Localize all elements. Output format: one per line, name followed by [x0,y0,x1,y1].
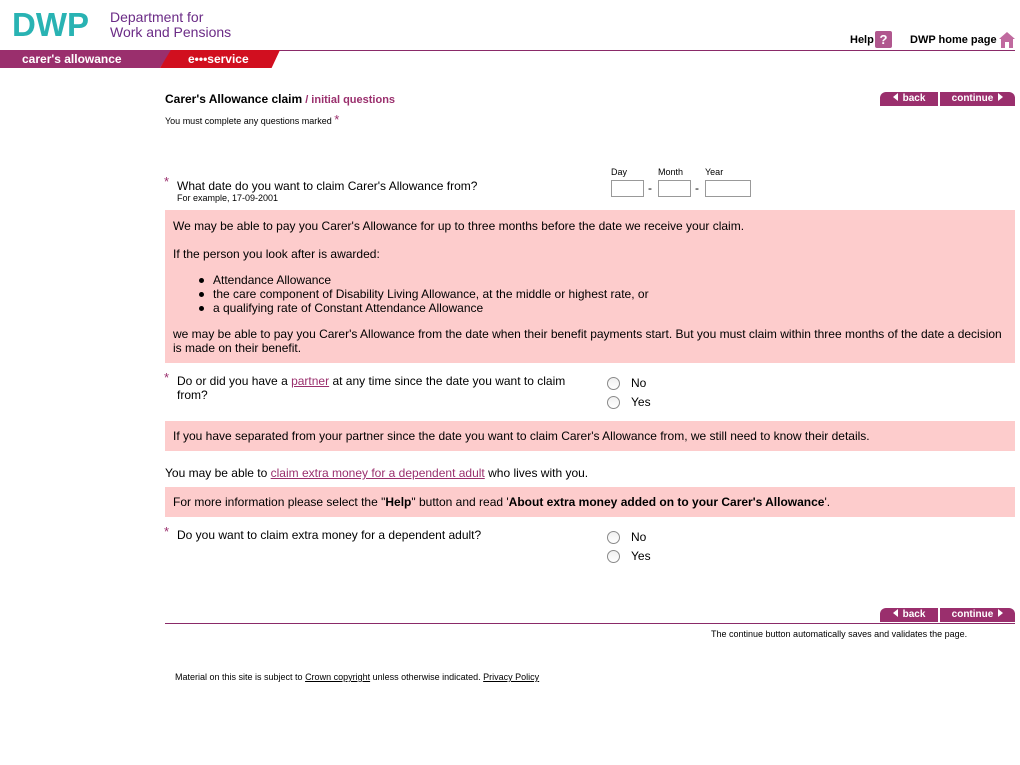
benefit-list: Attendance Allowance the care component … [173,273,1007,315]
back-button-label: back [902,93,926,104]
partner-yes-radio[interactable] [607,396,620,409]
month-input[interactable] [658,180,691,197]
dwp-home-link[interactable]: DWP home page [910,34,997,46]
back-arrow-icon [892,609,898,617]
question-partner-text: from? [177,388,208,402]
required-star: * [164,174,170,189]
info-paragraph: If the person you look after is awarded: [173,247,380,261]
dwp-logo: DWP [12,6,89,43]
info-help-bold: Help [385,495,412,509]
page-title: Carer's Allowance claim / initial questi… [165,92,395,106]
info-text: For more information please select the " [173,495,386,509]
info-paragraph: we may be able to pay you Carer's Allowa… [173,327,1002,355]
footer-text: Material on this site is subject to [175,672,306,682]
extra-money-text: You may be able to claim extra money for… [165,466,588,480]
continue-button-label: continue [951,609,994,620]
extra-money-link[interactable]: claim extra money for a dependent adult [271,466,485,480]
department-line-1: Department for [110,9,204,25]
info-text: " button and read ' [411,495,509,509]
partner-yes-label: Yes [631,395,651,409]
department-name: Department for Work and Pensions [110,10,231,40]
help-link[interactable]: Help [850,34,874,46]
claim-date-example: For example, 17-09-2001 [177,193,279,203]
mandatory-note: You must complete any questions marked * [165,112,339,127]
page-title-main: Carer's Allowance claim [165,92,303,106]
info-text: '. [824,495,831,509]
privacy-policy-link[interactable]: Privacy Policy [483,672,539,682]
partner-no-radio[interactable] [607,377,620,390]
dependent-no-radio[interactable] [607,531,620,544]
mandatory-note-text: You must complete any questions marked [165,116,332,126]
help-icon[interactable]: ? [875,31,892,48]
continue-button-bottom[interactable]: continue [940,608,1015,622]
footer: Material on this site is subject to Crow… [175,672,539,682]
autosave-note: The continue button automatically saves … [711,629,968,639]
footer-divider [165,623,1015,624]
info-paragraph: We may be able to pay you Carer's Allowa… [173,219,745,233]
back-button-top[interactable]: back [880,92,938,106]
back-button-label: back [902,609,926,620]
department-line-2: Work and Pensions [110,24,232,40]
question-claim-date: What date do you want to claim Carer's A… [177,179,478,193]
required-star: * [164,370,170,385]
back-button-bottom[interactable]: back [880,608,938,622]
dependent-no-label: No [631,530,647,544]
question-partner-text: at any time since the date you want to c… [329,374,566,388]
info-box-help: For more information please select the "… [165,487,1015,517]
required-star: * [164,524,170,539]
day-input[interactable] [611,180,644,197]
year-input[interactable] [705,180,751,197]
back-arrow-icon [892,93,898,101]
footer-text: unless otherwise indicated. [370,672,484,682]
info-paragraph: If you have separated from your partner … [173,429,870,443]
question-partner: Do or did you have a partner at any time… [177,374,565,402]
info-topic-bold: About extra money added on to your Carer… [508,495,825,509]
list-item: the care component of Disability Living … [199,287,1007,301]
list-item: a qualifying rate of Constant Attendance… [199,301,1007,315]
crown-copyright-link[interactable]: Crown copyright [305,672,370,682]
partner-link[interactable]: partner [291,374,329,388]
extra-money-text-part: who lives with you. [484,466,589,480]
list-item: Attendance Allowance [199,273,1007,287]
dependent-yes-label: Yes [631,549,651,563]
continue-arrow-icon [998,93,1004,101]
question-dependent-adult: Do you want to claim extra money for a d… [177,528,482,542]
tab-carers-allowance[interactable]: carer's allowance [0,50,172,68]
year-label: Year [705,167,724,177]
month-label: Month [658,167,684,177]
date-separator: - [695,181,699,195]
dependent-yes-radio[interactable] [607,550,620,563]
header-divider [165,50,1015,51]
partner-no-label: No [631,376,647,390]
required-star: * [334,112,340,127]
question-partner-text: Do or did you have a [177,374,292,388]
tab-carers-allowance-label: carer's allowance [22,52,122,66]
page-subtitle: / initial questions [302,94,396,106]
home-icon[interactable] [998,31,1016,49]
extra-money-text-part: You may be able to [165,466,271,480]
continue-button-top[interactable]: continue [940,92,1015,106]
day-label: Day [611,167,628,177]
tab-eservice-label: e•••service [188,52,249,66]
continue-button-label: continue [951,93,994,104]
tab-eservice[interactable]: e•••service [160,50,280,68]
info-box-separated: If you have separated from your partner … [165,421,1015,451]
continue-arrow-icon [998,609,1004,617]
info-box-backdating: We may be able to pay you Carer's Allowa… [165,210,1015,363]
date-separator: - [648,181,652,195]
